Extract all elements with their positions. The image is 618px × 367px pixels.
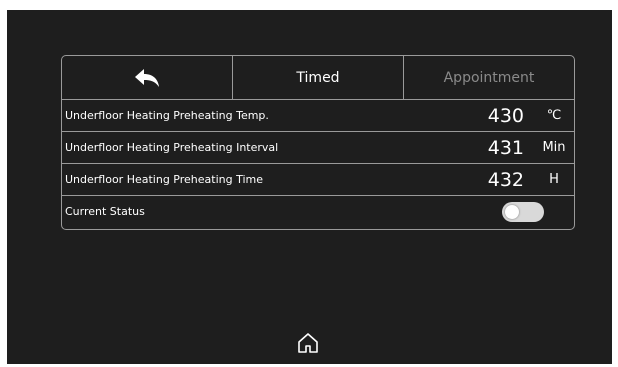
interval-label: Underfloor Heating Preheating Interval [65, 141, 279, 154]
settings-panel: Timed Appointment Underfloor Heating Pre… [61, 55, 575, 230]
tab-appointment[interactable]: Appointment [403, 56, 574, 99]
tab-appointment-label: Appointment [443, 69, 535, 86]
home-icon [298, 333, 318, 353]
status-toggle[interactable] [502, 202, 544, 222]
screen: Timed Appointment Underfloor Heating Pre… [7, 10, 612, 364]
temp-value[interactable]: 430 [488, 105, 524, 127]
temp-label: Underfloor Heating Preheating Temp. [65, 109, 269, 122]
interval-unit: Min [542, 140, 566, 155]
temp-unit: ℃ [546, 108, 562, 123]
time-unit: H [549, 172, 559, 187]
temp-row: Underfloor Heating Preheating Temp. 430 … [62, 100, 574, 132]
tab-timed[interactable]: Timed [232, 56, 403, 99]
interval-value[interactable]: 431 [488, 137, 524, 159]
time-value[interactable]: 432 [488, 169, 524, 191]
status-label: Current Status [65, 205, 145, 218]
interval-row: Underfloor Heating Preheating Interval 4… [62, 132, 574, 164]
toggle-knob [505, 205, 519, 219]
back-button[interactable] [62, 56, 232, 99]
home-button[interactable] [296, 331, 320, 355]
time-label: Underfloor Heating Preheating Time [65, 173, 264, 186]
tab-timed-label: Timed [296, 69, 340, 86]
time-row: Underfloor Heating Preheating Time 432 H [62, 164, 574, 196]
status-row: Current Status [62, 196, 574, 227]
back-arrow-icon [135, 68, 159, 87]
tab-bar: Timed Appointment [62, 56, 574, 100]
